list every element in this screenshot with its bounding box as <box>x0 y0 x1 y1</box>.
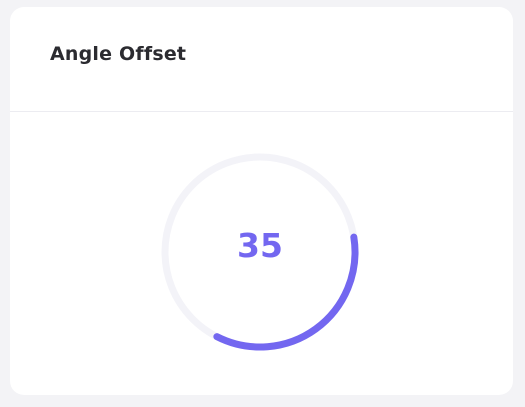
knob-value: 35 <box>237 225 283 265</box>
card-title: Angle Offset <box>50 43 187 65</box>
card-header: Angle Offset <box>10 7 513 112</box>
angle-offset-knob[interactable]: 35 <box>160 152 360 352</box>
card-body: 35 <box>10 112 513 395</box>
angle-offset-card: Angle Offset 35 <box>10 7 513 395</box>
